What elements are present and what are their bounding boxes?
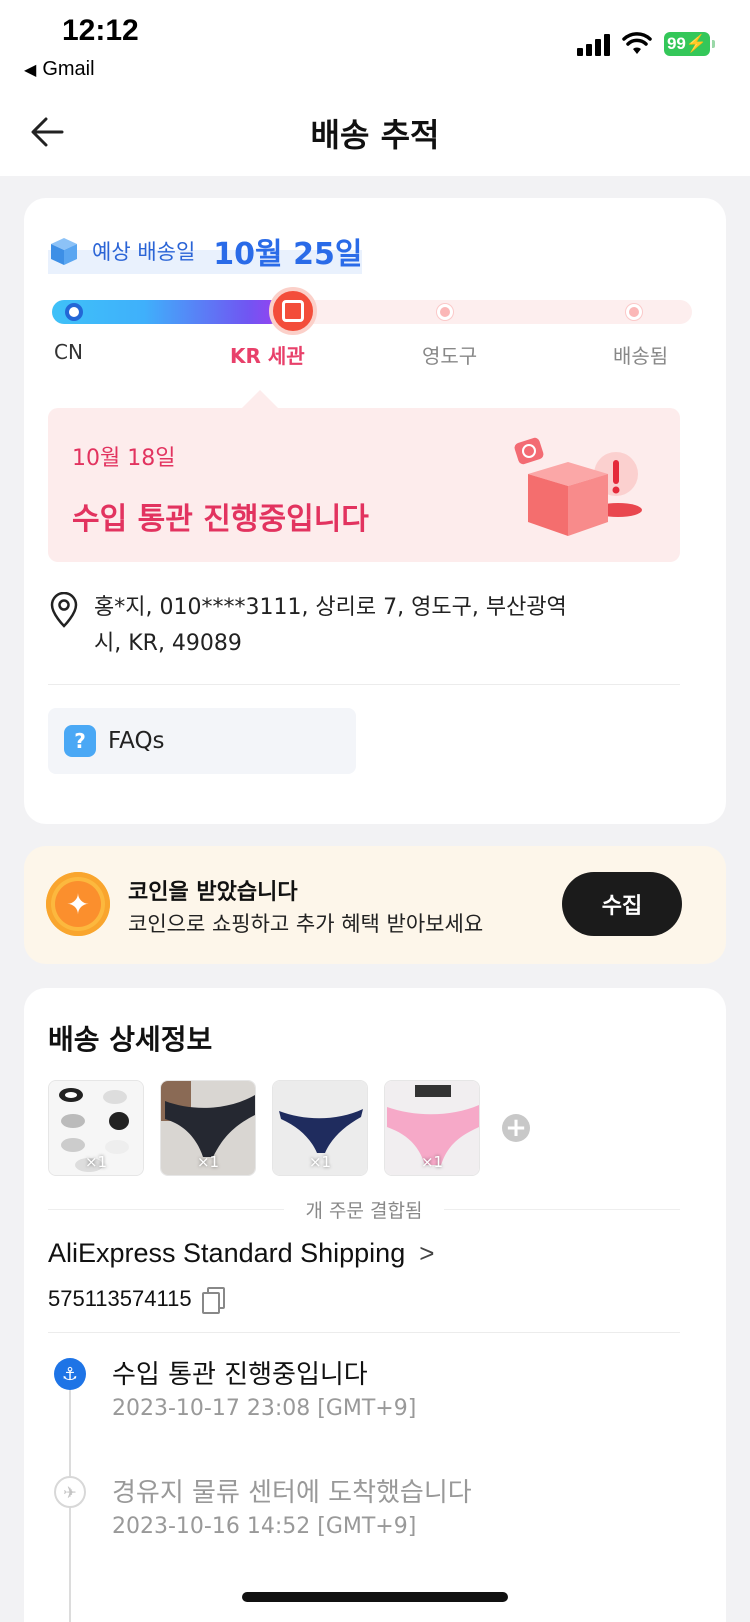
page-header: 배송 추적 [0,100,750,176]
customs-icon [269,287,317,335]
back-to-app-link[interactable]: ◀ Gmail [24,58,95,81]
tracking-summary-card: 예상 배송일 10월 25일 CN KR 세관 영도구 배송됨 10월 18일 … [24,198,726,824]
clock: 12:12 [62,14,139,47]
copy-icon[interactable] [201,1287,225,1314]
package-icon [51,238,77,265]
details-heading: 배송 상세정보 [48,1023,213,1056]
thumbnail-quantity: ×1 [420,1153,444,1171]
address-line-2: 시, KR, 49089 [94,631,242,656]
status-bar: 12:12 ◀ Gmail 99 ⚡ [0,0,750,100]
step-dot-delivered [626,304,642,320]
status-icons: 99 ⚡ [577,32,715,56]
event-title: 경유지 물류 센터에 도착했습니다 [112,1478,472,1508]
page-title: 배송 추적 [310,116,440,154]
divider [48,1332,680,1333]
faq-button[interactable]: ? FAQs [48,708,356,774]
plus-icon[interactable]: + [502,1113,530,1143]
carrier-name: AliExpress Standard Shipping [48,1238,406,1268]
estimated-delivery: 예상 배송일 10월 25일 [48,230,362,272]
event-time: 2023-10-17 23:08 [GMT+9] [112,1396,417,1421]
order-thumbnails: ×1 ×1 ×1 ×1 + [48,1080,530,1176]
eta-date: 10월 25일 [213,237,363,272]
coin-subtitle: 코인으로 쇼핑하고 추가 혜택 받아보세요 [128,912,484,936]
combined-orders-text: 개 주문 결합됨 [305,1199,423,1222]
product-thumbnail[interactable]: ×1 [160,1080,256,1176]
step-label-delivered: 배송됨 [613,344,669,368]
battery-level: 99 [666,34,686,53]
thumbnail-quantity: ×1 [308,1153,332,1171]
home-indicator [242,1592,508,1602]
progress-fill [52,300,282,324]
wifi-icon [622,32,652,54]
combined-orders-divider: 개 주문 결합됨 [48,1196,680,1222]
tracking-number: 575113574115 [48,1286,225,1314]
faq-label: FAQs [108,728,165,754]
carrier-link[interactable]: AliExpress Standard Shipping > [48,1238,434,1269]
thumbnail-quantity: ×1 [196,1153,220,1171]
anchor-icon: ⚓ [54,1358,86,1390]
delivery-address: 홍*지, 010****3111, 상리로 7, 영도구, 부산광역 시, KR… [48,590,688,662]
step-dot-cn [65,303,83,321]
event-title: 수입 통관 진행중입니다 [112,1360,368,1390]
coin-banner: ✦ 코인을 받았습니다 코인으로 쇼핑하고 추가 혜택 받아보세요 수집 [24,846,726,964]
battery-icon: 99 ⚡ [664,32,715,56]
notice-text: 수입 통관 진행중입니다 [72,502,369,537]
coin-title: 코인을 받았습니다 [128,880,298,905]
step-label-district: 영도구 [422,344,478,368]
tracking-number-text: 575113574115 [48,1286,192,1311]
back-triangle-icon: ◀ [24,61,37,79]
notice-pointer [242,390,278,408]
product-thumbnail[interactable]: ×1 [384,1080,480,1176]
status-notice: 10월 18일 수입 통관 진행중입니다 [48,408,680,562]
back-app-label: Gmail [42,58,95,80]
step-label-cn: CN [54,340,83,364]
step-label-customs: KR 세관 [230,344,305,368]
airplane-icon: ✈ [54,1476,86,1508]
location-pin-icon [50,592,78,628]
collect-coins-button[interactable]: 수집 [562,872,682,936]
product-thumbnail[interactable]: ×1 [272,1080,368,1176]
shipping-details-card: 배송 상세정보 ×1 ×1 ×1 ×1 + 개 주문 결합됨 AliExpres… [24,988,726,1622]
notice-date: 10월 18일 [72,446,176,471]
address-line-1: 홍*지, 010****3111, 상리로 7, 영도구, 부산광역 [94,595,567,620]
divider [48,684,680,685]
product-thumbnail[interactable]: ×1 [48,1080,144,1176]
address-text: 홍*지, 010****3111, 상리로 7, 영도구, 부산광역 시, KR… [94,590,567,662]
event-time: 2023-10-16 14:52 [GMT+9] [112,1514,417,1539]
progress-track [52,287,692,335]
customs-box-illustration-icon [514,437,642,536]
thumbnail-quantity: ×1 [84,1153,108,1171]
eta-label: 예상 배송일 [92,240,196,264]
step-dot-district [437,304,453,320]
question-icon: ? [64,725,96,757]
chevron-right-icon: > [419,1238,435,1268]
coin-icon: ✦ [46,872,110,936]
cellular-signal-icon [577,32,610,56]
